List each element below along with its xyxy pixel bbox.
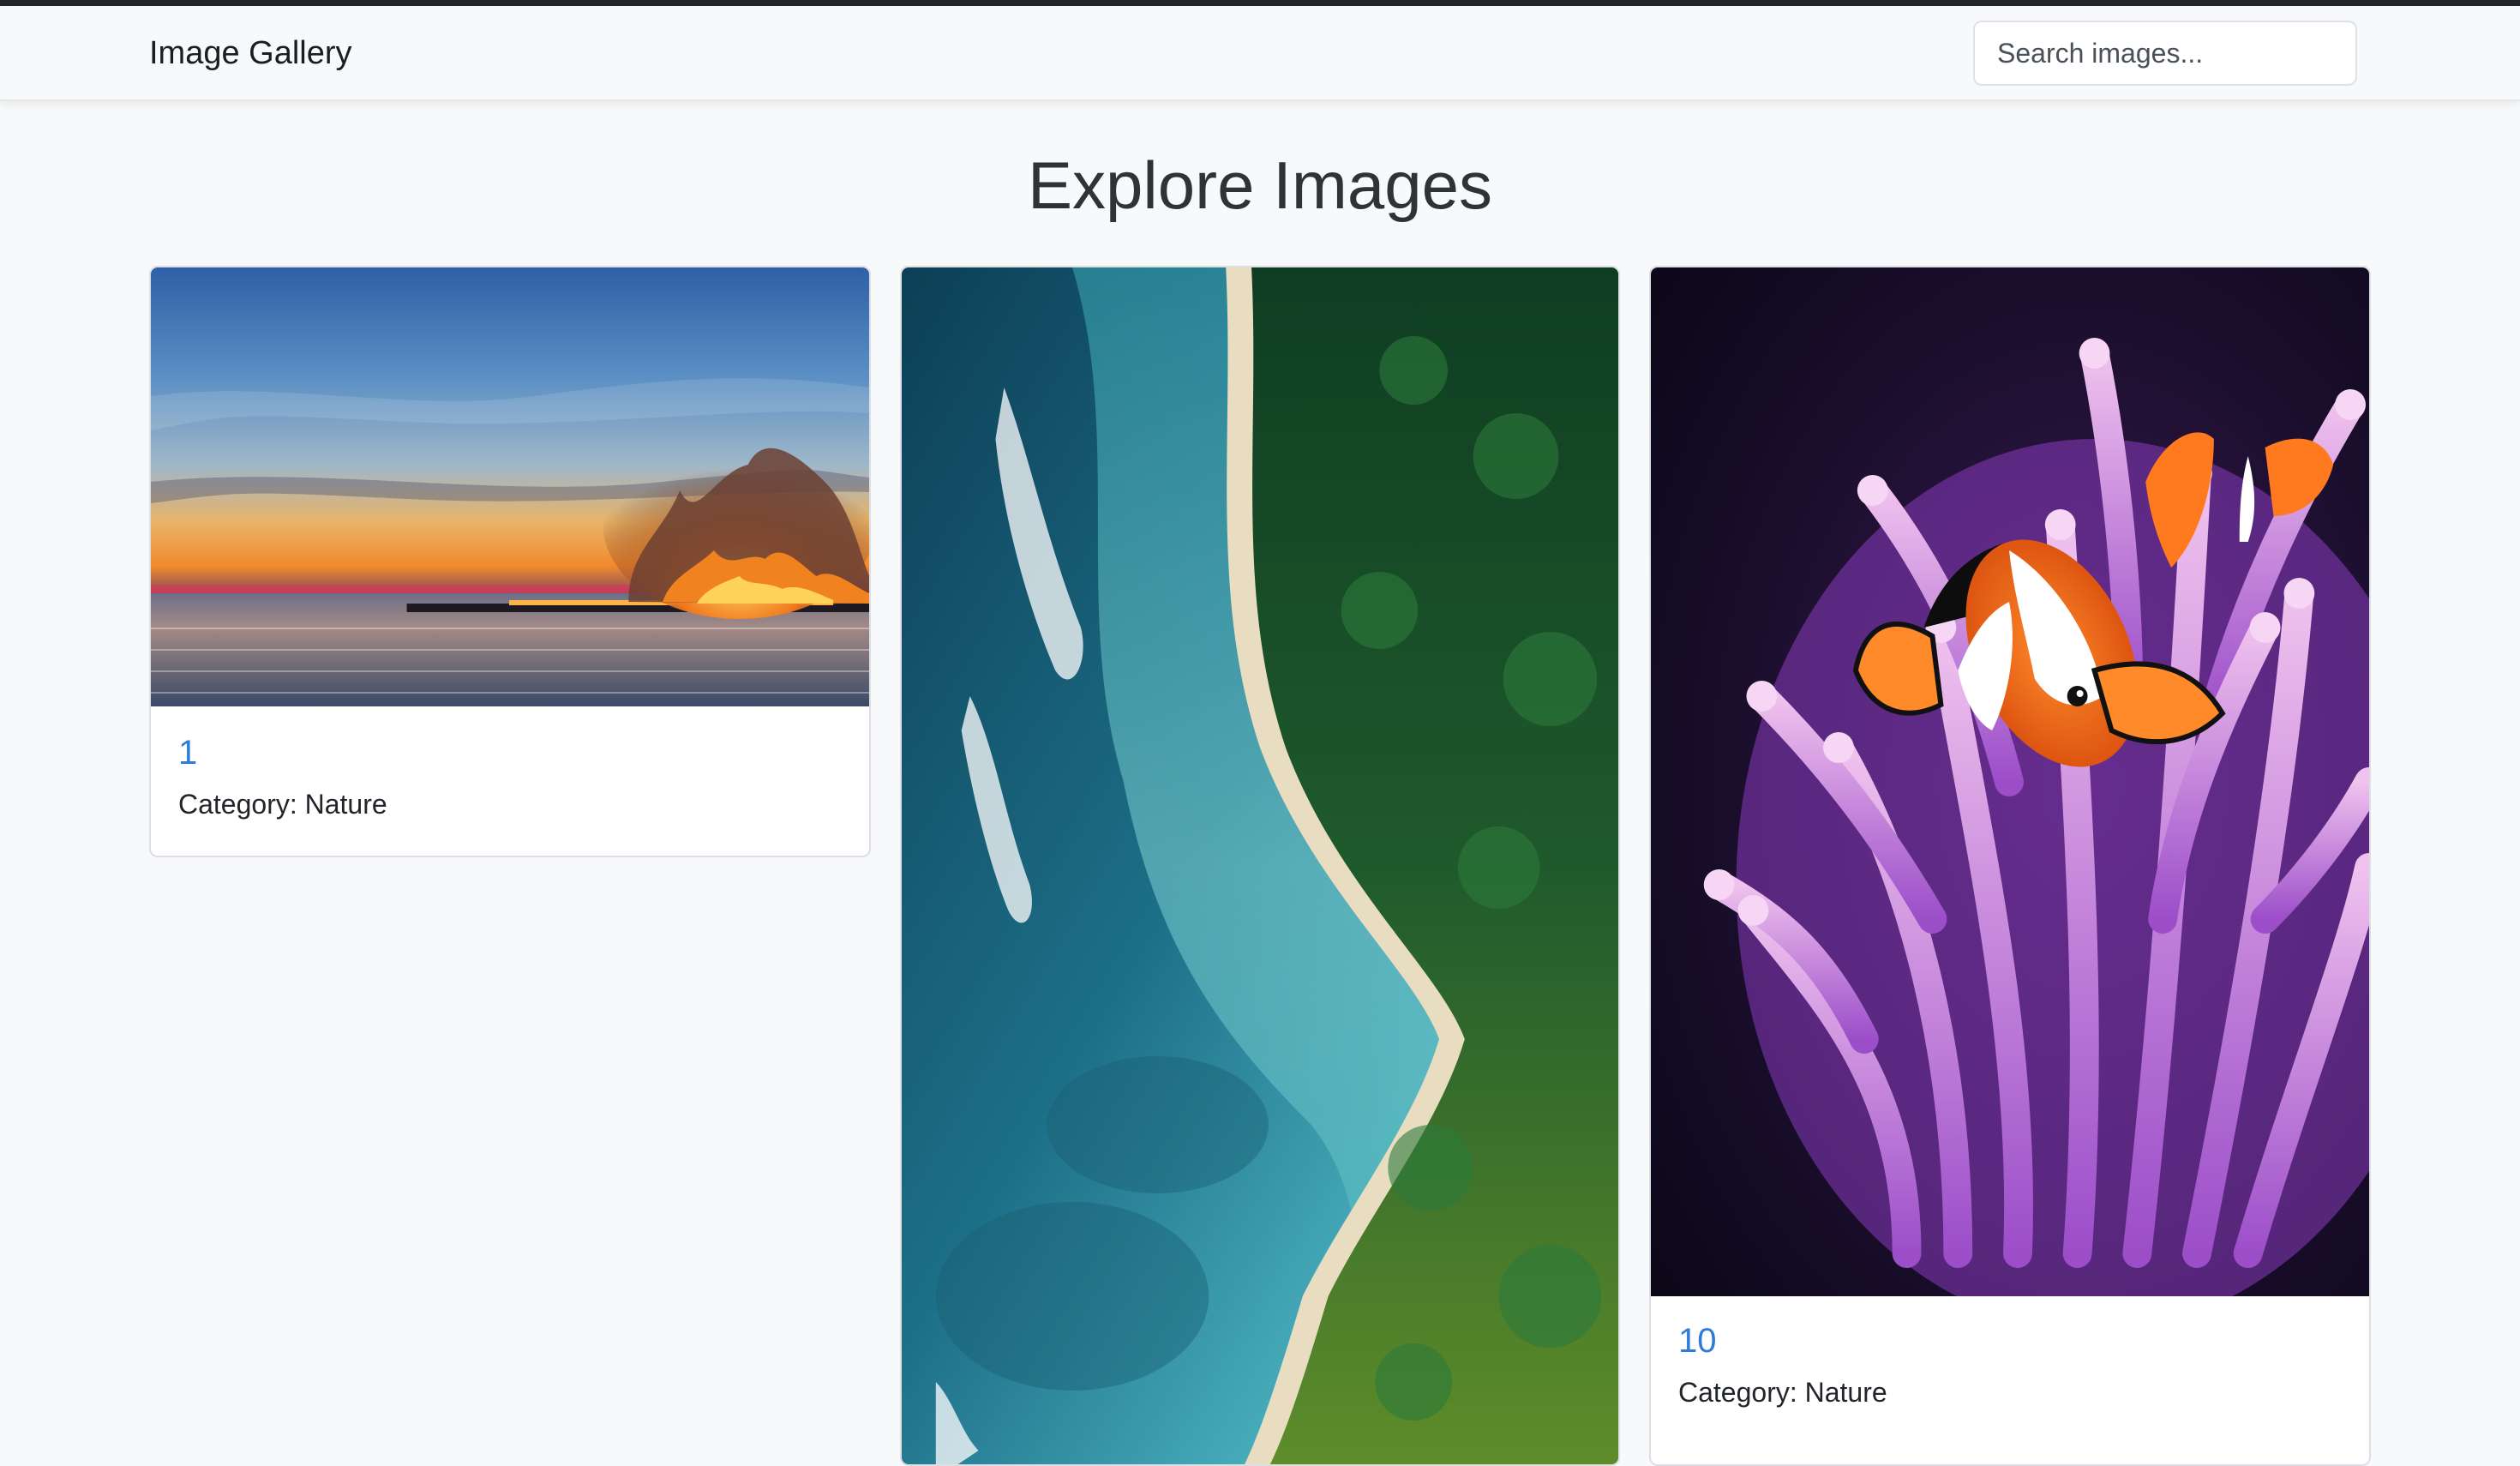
- image-card: [900, 266, 1620, 1466]
- brand-link[interactable]: Image Gallery: [149, 33, 352, 73]
- card-image-sunset[interactable]: [151, 267, 869, 706]
- navbar: Image Gallery: [0, 6, 2520, 101]
- search-input[interactable]: [1973, 21, 2357, 86]
- card-body: 1 Category: Nature: [151, 732, 869, 821]
- page-title: Explore Images: [1028, 147, 1492, 223]
- image-card: 10 Category: Nature: [1649, 266, 2371, 1466]
- card-title-link[interactable]: 1: [178, 732, 842, 773]
- card-title-link[interactable]: 10: [1678, 1320, 2342, 1361]
- card-image-clownfish[interactable]: [1651, 267, 2369, 1296]
- card-image-beach[interactable]: [902, 267, 1618, 1464]
- card-category: Category: Nature: [178, 789, 387, 820]
- top-strip: [0, 0, 2520, 6]
- beach-image: [902, 267, 1618, 1464]
- card-category: Category: Nature: [1678, 1377, 1887, 1408]
- sunset-image: [151, 267, 869, 706]
- image-card: 1 Category: Nature: [149, 266, 871, 857]
- clownfish-image: [1651, 267, 2369, 1296]
- card-body: 10 Category: Nature: [1651, 1320, 2369, 1409]
- search-box: [1973, 21, 2357, 86]
